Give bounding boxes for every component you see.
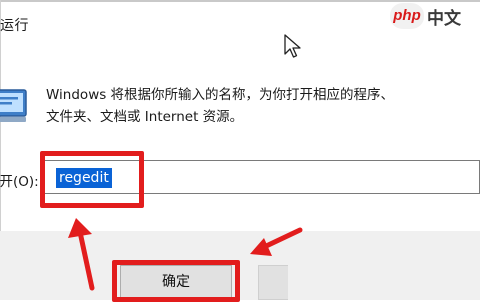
run-program-icon	[0, 89, 27, 122]
ok-highlight-box	[112, 260, 240, 302]
open-field-label: 打开(O):	[0, 174, 39, 190]
watermark: php 中文	[390, 2, 461, 30]
button-bar	[0, 231, 480, 300]
input-highlight-box	[40, 151, 144, 208]
description-line-2: 文件夹、文档或 Internet 资源。	[46, 109, 244, 125]
dialog-description: Windows 将根据你所输入的名称，为你打开相应的程序、 文件夹、文档或 In…	[46, 84, 478, 128]
cursor-arrow-icon	[284, 34, 301, 58]
watermark-text: 中文	[427, 8, 461, 29]
cancel-button-partial[interactable]	[258, 265, 288, 300]
watermark-badge: php	[390, 3, 424, 29]
description-line-1: Windows 将根据你所输入的名称，为你打开相应的程序、	[46, 87, 395, 103]
dialog-title: 运行	[0, 18, 29, 34]
